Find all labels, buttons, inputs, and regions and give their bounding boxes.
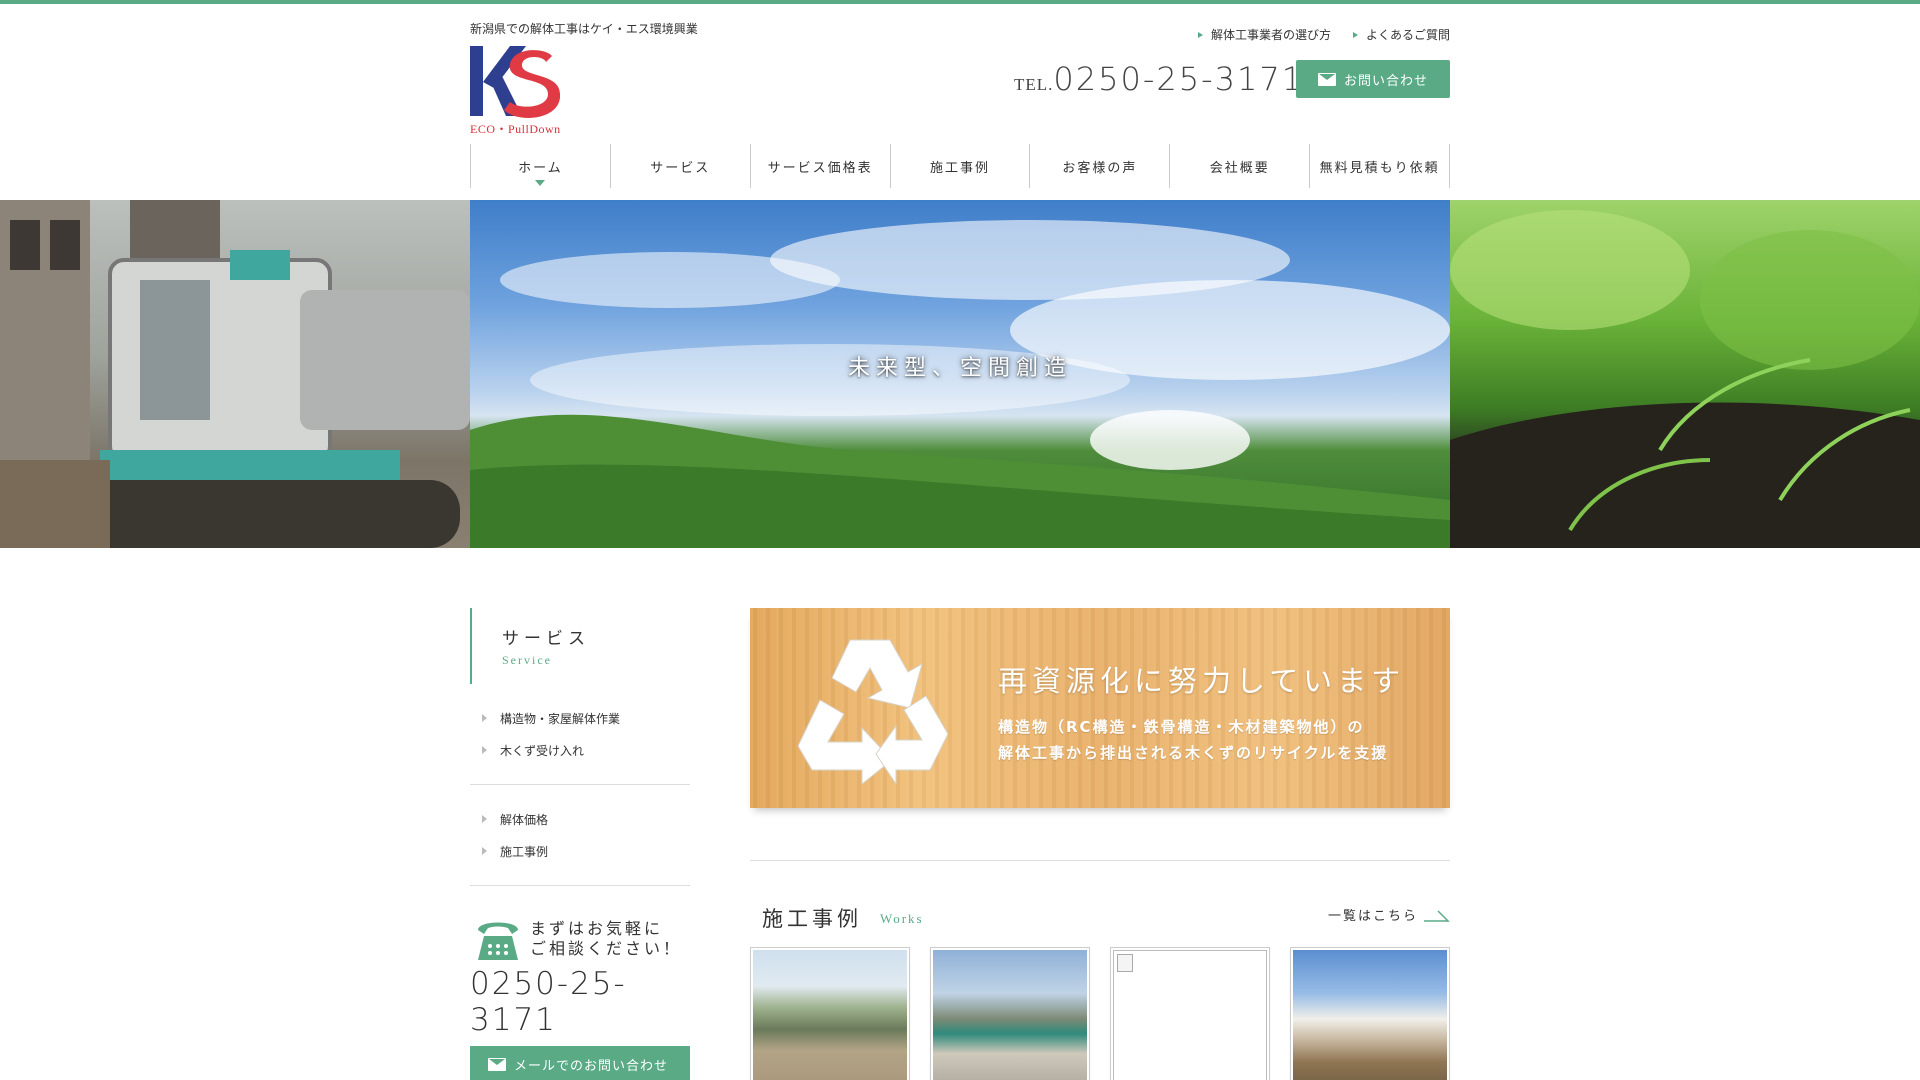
works-title: 施工事例 — [762, 907, 862, 931]
arrow-right-icon — [482, 714, 488, 722]
sidebar-item-label: 木くず受け入れ — [500, 743, 585, 758]
hero-image-fern — [1450, 200, 1920, 548]
sidebar: サービス Service 構造物・家屋解体作業 木くず受け入れ 解体価格 施工事… — [470, 608, 690, 1080]
sidebar-item-demolition[interactable]: 構造物・家屋解体作業 — [482, 702, 690, 734]
mail-icon — [1317, 72, 1336, 86]
banner-subtext: 構造物（RC構造・鉄骨構造・木材建築物他）の 解体工事から排出される木くずのリサ… — [998, 714, 1388, 766]
header-phone[interactable]: TEL. 0250-25-3171 — [1014, 60, 1304, 98]
sidebar-item-works[interactable]: 施工事例 — [482, 835, 690, 867]
nav-label: サービス価格表 — [767, 160, 873, 176]
bullet-icon — [1197, 31, 1206, 39]
nav-label: サービス — [650, 160, 711, 176]
banner-title: 再資源化に努力しています — [998, 664, 1406, 698]
work-card[interactable] — [1110, 947, 1270, 1080]
global-nav: ホーム サービス サービス価格表 施工事例 お客様の声 会社概要 無料見積もり依… — [470, 144, 1451, 188]
hero-image-excavator — [0, 200, 470, 548]
site-header: 新潟県での解体工事はケイ・エス環境興業 ECO・PullDown 解体工事業者の… — [470, 4, 1451, 200]
mail-button-label: メールでのお問い合わせ — [514, 1058, 669, 1074]
nav-label: お客様の声 — [1062, 160, 1138, 176]
hero-banner: 未来型、空間創造 — [0, 200, 1920, 548]
logo-subtitle: ECO・PullDown — [470, 122, 561, 136]
nav-label: 施工事例 — [930, 160, 991, 176]
nav-item-estimate[interactable]: 無料見積もり依頼 — [1310, 144, 1451, 188]
nav-item-company[interactable]: 会社概要 — [1170, 144, 1311, 188]
sidebar-item-wood-waste[interactable]: 木くず受け入れ — [482, 734, 690, 766]
nav-item-works[interactable]: 施工事例 — [891, 144, 1031, 188]
nav-label: ホーム — [518, 160, 563, 176]
works-more-link[interactable]: 一覧はこちら — [1328, 905, 1450, 924]
nav-label: 無料見積もり依頼 — [1319, 160, 1440, 176]
telephone-icon — [478, 922, 518, 960]
mail-icon — [488, 1057, 506, 1071]
sidebar-list-info: 解体価格 施工事例 — [470, 785, 690, 885]
work-card[interactable] — [750, 947, 910, 1080]
works-title-en: Works — [880, 911, 924, 926]
nav-item-voice[interactable]: お客様の声 — [1030, 144, 1171, 188]
main-content: 再資源化に努力しています 構造物（RC構造・鉄骨構造・木材建築物他）の 解体工事… — [750, 608, 1450, 1080]
consult-line-1: まずはお気軽に — [530, 919, 664, 938]
sidebar-heading-en: Service — [502, 653, 552, 667]
sidebar-item-label: 構造物・家屋解体作業 — [500, 711, 621, 726]
bullet-icon — [1352, 31, 1361, 39]
header-link-how-to-choose[interactable]: 解体工事業者の選び方 — [1197, 26, 1331, 43]
header-link-faq[interactable]: よくあるご質問 — [1352, 26, 1450, 43]
arrow-right-icon — [482, 746, 488, 754]
arrow-right-icon — [482, 847, 488, 855]
consult-phone-number[interactable]: 0250-25-3171 — [470, 966, 690, 1038]
header-links: 解体工事業者の選び方 よくあるご質問 — [1197, 26, 1450, 43]
sidebar-item-label: 解体価格 — [500, 812, 549, 827]
sidebar-list-services: 構造物・家屋解体作業 木くず受け入れ — [470, 684, 690, 784]
main-divider — [750, 860, 1450, 861]
work-card[interactable] — [930, 947, 1090, 1080]
tel-prefix: TEL. — [1014, 75, 1054, 94]
contact-button[interactable]: お問い合わせ — [1296, 60, 1450, 98]
excavator-illustration — [0, 200, 470, 548]
consult-row: まずはお気軽に ご相談ください！ — [470, 916, 690, 962]
arrow-right-icon — [1424, 909, 1450, 922]
nav-item-service[interactable]: サービス — [611, 144, 751, 188]
work-thumbnail — [753, 950, 907, 1080]
hero-title: 未来型、空間創造 — [847, 356, 1072, 381]
banner-line-1: 構造物（RC構造・鉄骨構造・木材建築物他）の — [998, 718, 1365, 736]
arrow-right-icon — [482, 815, 488, 823]
header-link-label: よくあるご質問 — [1365, 28, 1450, 42]
works-header: 施工事例 Works 一覧はこちら — [750, 903, 1450, 931]
works-more-label: 一覧はこちら — [1327, 909, 1418, 924]
recycle-banner[interactable]: 再資源化に努力しています 構造物（RC構造・鉄骨構造・木材建築物他）の 解体工事… — [750, 608, 1450, 808]
nav-item-home[interactable]: ホーム — [471, 144, 611, 188]
work-thumbnail — [1293, 950, 1447, 1080]
consult-box: まずはお気軽に ご相談ください！ 0250-25-3171 メールでのお問い合わ… — [470, 886, 690, 1080]
sidebar-heading: サービス Service — [470, 608, 690, 684]
banner-line-2: 解体工事から排出される木くずのリサイクルを支援 — [998, 744, 1389, 762]
tel-number: 0250-25-3171 — [1053, 60, 1305, 98]
recycle-icon — [798, 639, 948, 784]
work-card[interactable] — [1290, 947, 1450, 1080]
sidebar-item-price[interactable]: 解体価格 — [482, 803, 690, 835]
site-tagline: 新潟県での解体工事はケイ・エス環境興業 — [470, 22, 698, 36]
sidebar-item-label: 施工事例 — [500, 844, 549, 859]
works-grid — [750, 947, 1450, 1080]
nav-label: 会社概要 — [1209, 160, 1270, 176]
mail-contact-button[interactable]: メールでのお問い合わせ — [470, 1046, 690, 1080]
sidebar-heading-jp: サービス — [502, 629, 590, 649]
header-link-label: 解体工事業者の選び方 — [1210, 28, 1331, 42]
nav-item-price[interactable]: サービス価格表 — [751, 144, 891, 188]
work-thumbnail — [933, 950, 1087, 1080]
consult-text: まずはお気軽に ご相談ください！ — [530, 919, 682, 959]
fern-illustration — [1450, 210, 1920, 548]
consult-line-2: ご相談ください！ — [530, 939, 683, 958]
contact-button-label: お問い合わせ — [1343, 73, 1428, 89]
broken-image-icon — [1113, 950, 1267, 1080]
